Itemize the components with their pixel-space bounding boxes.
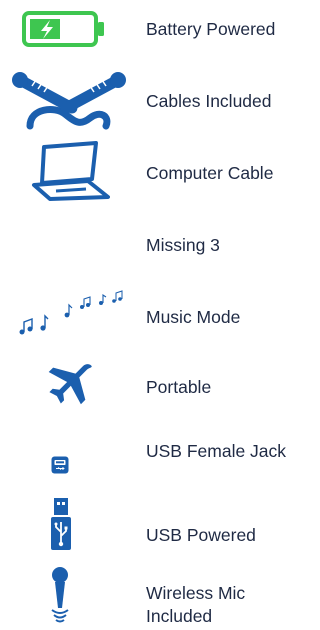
list-item: USB Female Jack: [0, 438, 315, 492]
feature-label: Portable: [146, 377, 212, 397]
list-item: Missing 3: [0, 222, 315, 268]
feature-label: Missing 3: [146, 235, 220, 255]
feature-label: USB Female Jack: [146, 441, 287, 461]
usb-icon: [51, 496, 71, 552]
wireless-mic-icon: [48, 566, 72, 626]
usb-port-icon: [51, 438, 69, 492]
list-item: USB Powered: [0, 496, 315, 552]
cables-icon: [10, 68, 128, 130]
music-notes-icon: [16, 288, 128, 340]
list-item: Wireless Mic Included: [0, 566, 315, 626]
feature-label: USB Powered: [146, 525, 256, 545]
list-item: Battery Powered: [0, 8, 315, 50]
feature-label: Wireless Mic Included: [146, 583, 246, 626]
laptop-icon: [30, 140, 110, 202]
feature-label: Computer Cable: [146, 163, 274, 183]
feature-label: Battery Powered: [146, 19, 276, 39]
list-item: Cables Included: [0, 68, 315, 130]
list-item: Computer Cable: [0, 140, 315, 202]
feature-label: Cables Included: [146, 91, 272, 111]
list-item: Music Mode: [0, 288, 315, 340]
airplane-icon: [36, 358, 102, 414]
battery-charging-icon: [22, 8, 106, 50]
list-item: Portable: [0, 358, 315, 414]
feature-label: Music Mode: [146, 307, 241, 327]
